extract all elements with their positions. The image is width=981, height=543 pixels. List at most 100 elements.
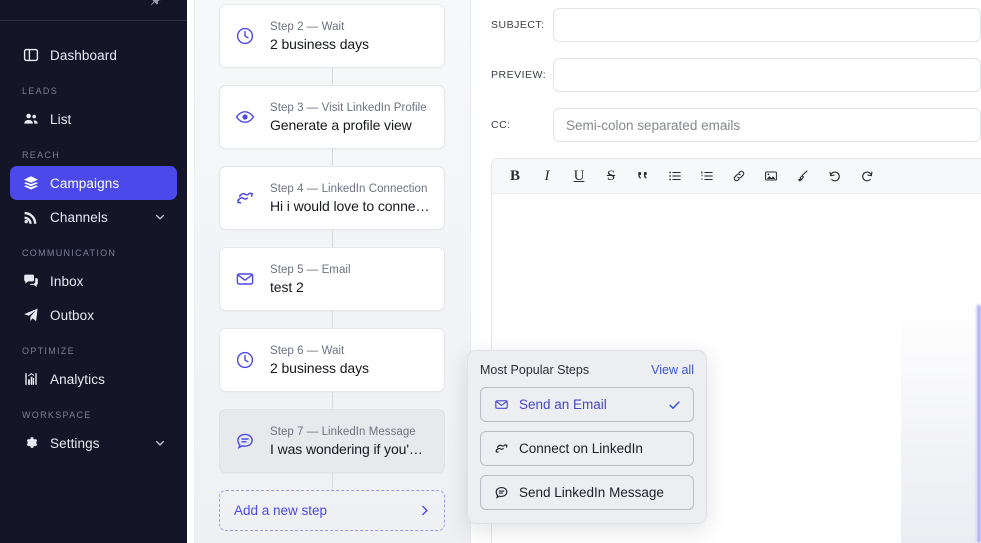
blockquote-icon[interactable] [628, 163, 658, 189]
view-all-link[interactable]: View all [651, 363, 694, 377]
app-root: Dashboard LEADS List REACH Campaigns Cha… [0, 0, 981, 543]
layers-icon [22, 175, 39, 192]
chevron-right-icon [418, 504, 431, 517]
sidebar-nav: Dashboard LEADS List REACH Campaigns Cha… [0, 21, 187, 460]
step-connector [331, 68, 333, 85]
sidebar-item-campaigns[interactable]: Campaigns [10, 166, 177, 200]
sidebar-item-outbox[interactable]: Outbox [10, 298, 177, 332]
step-title: Step 7 — LinkedIn Message [270, 425, 416, 438]
sidebar-item-inbox[interactable]: Inbox [10, 264, 177, 298]
table-row[interactable]: Step 5 — Email test 2 [219, 247, 445, 311]
bullet-list-icon[interactable] [660, 163, 690, 189]
chevron-down-icon[interactable] [154, 437, 166, 449]
popover-title: Most Popular Steps [480, 363, 590, 377]
preview-label: PREVIEW: [491, 69, 547, 81]
step-title: Step 6 — Wait [270, 344, 345, 357]
sidebar-section-leads: LEADS [22, 86, 59, 96]
envelope-icon [235, 269, 255, 289]
underline-icon[interactable]: U [564, 163, 594, 189]
popover-item-label: Send LinkedIn Message [519, 485, 664, 500]
right-edge-accent [976, 305, 981, 543]
sidebar-item-analytics[interactable]: Analytics [10, 362, 177, 396]
step-description: I was wondering if you'd be i... [270, 440, 430, 457]
table-row[interactable]: Step 3 — Visit LinkedIn Profile Generate… [219, 85, 445, 149]
popover-item-label: Connect on LinkedIn [519, 441, 643, 456]
sidebar-item-label: Outbox [50, 307, 95, 323]
chat-bubble-icon [493, 485, 509, 501]
step-description: Hi i would love to connect wi... [270, 197, 430, 214]
popover-item-send-an-email[interactable]: Send an Email [480, 387, 694, 422]
sidebar-item-settings[interactable]: Settings [10, 426, 177, 460]
clear-format-icon[interactable] [788, 163, 818, 189]
sidebar-header [0, 0, 187, 21]
chevron-down-icon[interactable] [154, 211, 166, 223]
add-new-step-label: Add a new step [234, 503, 328, 518]
numbered-list-icon[interactable] [692, 163, 722, 189]
inbox-chat-icon [22, 273, 39, 290]
strikethrough-icon[interactable]: S [596, 163, 626, 189]
check-icon [668, 398, 681, 411]
step-connector [331, 473, 333, 490]
connection-icon [493, 441, 509, 457]
sidebar: Dashboard LEADS List REACH Campaigns Cha… [0, 0, 187, 543]
sidebar-section-workspace: WORKSPACE [22, 410, 92, 420]
pin-icon[interactable] [149, 0, 162, 7]
sidebar-item-label: List [50, 111, 72, 127]
clock-icon [235, 26, 255, 46]
cc-label: CC: [491, 119, 511, 131]
link-icon[interactable] [724, 163, 754, 189]
popover-item-label: Send an Email [519, 397, 607, 412]
step-description: Generate a profile view [270, 116, 412, 133]
table-row[interactable]: Step 6 — Wait 2 business days [219, 328, 445, 392]
clock-icon [235, 350, 255, 370]
sidebar-item-label: Campaigns [50, 175, 120, 191]
editor-toolbar: B I U S [492, 159, 981, 194]
sidebar-item-label: Inbox [50, 273, 84, 289]
add-new-step-button[interactable]: Add a new step [219, 490, 445, 531]
image-icon[interactable] [756, 163, 786, 189]
sidebar-item-list[interactable]: List [10, 102, 177, 136]
subject-input[interactable] [553, 8, 981, 42]
table-row[interactable]: Step 7 — LinkedIn Message I was wonderin… [219, 409, 445, 473]
sidebar-item-dashboard[interactable]: Dashboard [10, 38, 177, 72]
redo-icon[interactable] [852, 163, 882, 189]
sidebar-section-reach: REACH [22, 150, 61, 160]
subject-label: SUBJECT: [491, 19, 545, 31]
italic-icon[interactable]: I [532, 163, 562, 189]
cc-input[interactable] [553, 108, 981, 142]
connection-icon [235, 188, 255, 208]
dashboard-icon [22, 47, 39, 64]
preview-input[interactable] [553, 58, 981, 92]
users-icon [22, 111, 39, 128]
eye-icon [235, 107, 255, 127]
cc-row: CC: [491, 108, 981, 142]
analytics-icon [22, 371, 39, 388]
step-connector [331, 311, 333, 328]
preview-row: PREVIEW: [491, 58, 981, 92]
popover-header: Most Popular Steps View all [480, 363, 694, 377]
sidebar-item-label: Analytics [50, 371, 105, 387]
sidebar-item-label: Channels [50, 209, 108, 225]
most-popular-steps-popover: Most Popular Steps View all Send an Emai… [467, 350, 707, 524]
sidebar-item-channels[interactable]: Channels [10, 200, 177, 234]
sidebar-section-optimize: OPTIMIZE [22, 346, 75, 356]
rss-icon [22, 209, 39, 226]
sequence-panel: Step 2 — Wait 2 business days Step 3 — V… [187, 0, 471, 543]
step-connector [331, 230, 333, 247]
subject-row: SUBJECT: [491, 8, 981, 42]
undo-icon[interactable] [820, 163, 850, 189]
chat-bubble-icon [235, 431, 255, 451]
bold-icon[interactable]: B [500, 163, 530, 189]
envelope-icon [493, 397, 509, 413]
step-description: 2 business days [270, 359, 369, 376]
table-row[interactable]: Step 4 — LinkedIn Connection Hi i would … [219, 166, 445, 230]
step-description: 2 business days [270, 35, 369, 52]
send-icon [22, 307, 39, 324]
sidebar-section-communication: COMMUNICATION [22, 248, 117, 258]
popover-item-connect-on-linkedin[interactable]: Connect on LinkedIn [480, 431, 694, 466]
step-title: Step 4 — LinkedIn Connection [270, 182, 428, 195]
step-connector [331, 149, 333, 166]
table-row[interactable]: Step 2 — Wait 2 business days [219, 4, 445, 68]
sequence-step-list[interactable]: Step 2 — Wait 2 business days Step 3 — V… [194, 0, 470, 543]
popover-item-send-linkedin-message[interactable]: Send LinkedIn Message [480, 475, 694, 510]
